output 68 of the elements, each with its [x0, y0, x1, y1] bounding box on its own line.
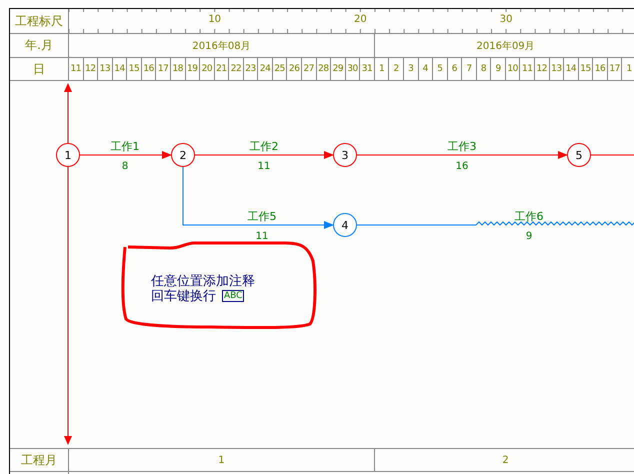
ruler-label: 工程标尺 — [10, 9, 69, 33]
ruler-number: 20 — [354, 14, 367, 25]
day-cell: 9 — [491, 58, 506, 80]
day-cell: 7 — [462, 58, 477, 80]
month-label: 年.月 — [10, 34, 69, 57]
day-cell: 20 — [200, 58, 215, 80]
event-node: 3 — [333, 143, 357, 167]
activity-name: 工作1 — [110, 140, 140, 153]
event-node: 5 — [567, 143, 591, 167]
day-cell: 3 — [404, 58, 418, 80]
day-cell: 1 — [374, 58, 390, 80]
month-cell: 2016年08月 — [69, 34, 375, 57]
day-cell: 19 — [186, 58, 200, 80]
activity-name: 工作3 — [448, 140, 476, 153]
day-cell: 1 — [622, 58, 634, 80]
day-cell: 2 — [389, 58, 404, 80]
activity-name: 工作6 — [514, 210, 544, 223]
day-cell: 12 — [84, 58, 98, 80]
text-tag: ABC — [222, 290, 244, 302]
project-month-label: 工程月 — [10, 449, 69, 471]
activity-duration: 11 — [256, 231, 268, 242]
day-cell: 16 — [142, 58, 156, 80]
day-cell: 22 — [229, 58, 244, 80]
day-cell: 18 — [170, 58, 186, 80]
day-cell: 15 — [127, 58, 142, 80]
day-cell: 24 — [258, 58, 273, 80]
day-label: 日 — [10, 58, 69, 80]
event-node: 4 — [333, 213, 357, 237]
day-cell: 21 — [214, 58, 230, 80]
activity-duration: 16 — [456, 161, 468, 172]
day-cell: 29 — [331, 58, 346, 80]
day-cell: 11 — [520, 58, 535, 80]
event-node: 1 — [56, 143, 80, 167]
day-cell: 8 — [476, 58, 492, 80]
day-cell: 27 — [302, 58, 317, 80]
month-cell: 2016年09月 — [374, 34, 634, 57]
day-cell: 25 — [272, 58, 288, 80]
day-cell: 13 — [550, 58, 564, 80]
day-cell: 15 — [578, 58, 594, 80]
day-cell: 5 — [433, 58, 448, 80]
day-cell: 28 — [316, 58, 332, 80]
day-cell: 11 — [69, 58, 84, 80]
event-node: 2 — [171, 143, 195, 167]
activity-name: 工作5 — [248, 210, 276, 223]
day-cell: 17 — [156, 58, 171, 80]
ruler-number: 10 — [208, 14, 222, 25]
activity-duration: 9 — [526, 231, 532, 242]
activity-duration: 8 — [122, 161, 128, 172]
day-cell: 13 — [98, 58, 113, 80]
note-text: 回车键换行 — [151, 289, 216, 304]
activity-name: 工作2 — [250, 140, 278, 153]
day-cell: 6 — [448, 58, 462, 80]
project-month-cell: 2 — [374, 449, 634, 471]
ruler-number: 30 — [500, 14, 512, 25]
day-cell: 31 — [360, 58, 375, 80]
day-cell: 16 — [593, 58, 608, 80]
note-text: 任意位置添加注释 — [151, 274, 255, 289]
day-cell: 30 — [346, 58, 360, 80]
day-cell: 23 — [244, 58, 258, 80]
day-cell: 14 — [112, 58, 128, 80]
activity-duration: 11 — [258, 161, 270, 172]
day-cell: 26 — [287, 58, 302, 80]
day-cell: 12 — [535, 58, 550, 80]
day-cell: 4 — [418, 58, 434, 80]
day-cell: 14 — [564, 58, 579, 80]
day-cell: 17 — [608, 58, 622, 80]
project-month-cell: 1 — [69, 449, 375, 471]
day-cell: 10 — [506, 58, 520, 80]
